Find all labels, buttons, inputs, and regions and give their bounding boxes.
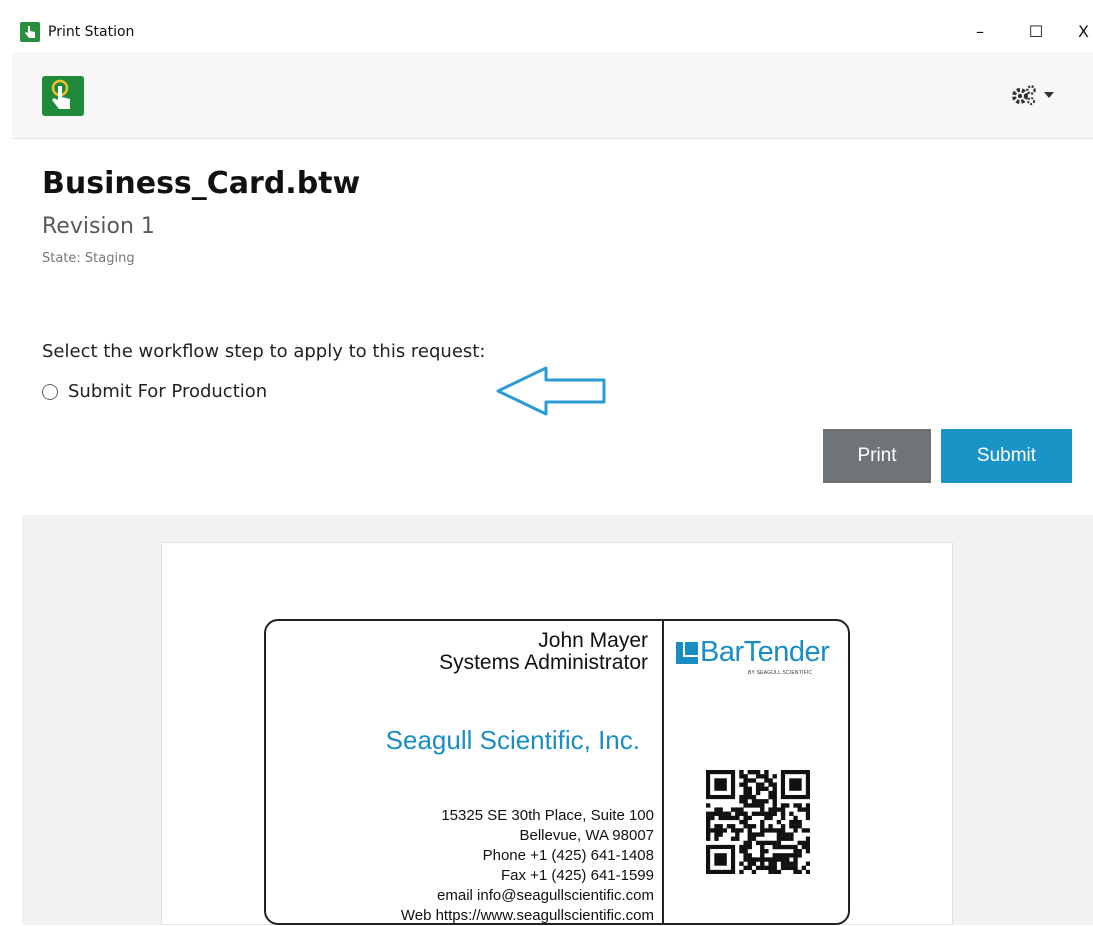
card-name: John Mayer xyxy=(538,629,648,652)
settings-menu[interactable] xyxy=(1010,82,1066,108)
card-fax: Fax +1 (425) 641-1599 xyxy=(500,867,654,884)
card-address: 15325 SE 30th Place, Suite 100 Bellevue,… xyxy=(320,806,654,926)
card-role: Systems Administrator xyxy=(439,651,648,674)
print-button[interactable]: Print xyxy=(823,429,931,483)
left-arrow-icon xyxy=(496,366,606,416)
card-phone: Phone +1 (425) 641-1408 xyxy=(482,847,654,864)
state-label: State: Staging xyxy=(42,251,135,266)
print-station-logo-icon xyxy=(42,76,84,116)
card-web: Web https://www.seagullscientific.com xyxy=(400,907,654,924)
minimize-button[interactable]: – xyxy=(966,18,994,44)
workflow-prompt: Select the workflow step to apply to thi… xyxy=(42,341,486,362)
app-header xyxy=(12,52,1093,139)
revision-label: Revision 1 xyxy=(42,214,155,239)
close-button[interactable]: X xyxy=(1078,18,1093,44)
card-company: Seagull Scientific, Inc. xyxy=(385,725,640,755)
card-divider xyxy=(662,621,664,925)
submit-button[interactable]: Submit xyxy=(941,429,1072,483)
window-title-bar xyxy=(12,14,1093,52)
qr-code-icon xyxy=(706,770,810,874)
bartender-logo-subtext: BY SEAGULL SCIENTIFIC xyxy=(748,670,813,676)
bartender-logo-text: BarTender xyxy=(700,636,830,668)
window-title: Print Station xyxy=(48,24,135,40)
document-title: Business_Card.btw xyxy=(42,166,361,201)
print-station-app-icon xyxy=(20,22,40,42)
submit-for-production-label[interactable]: Submit For Production xyxy=(68,381,267,402)
maximize-button[interactable]: ☐ xyxy=(1022,18,1050,44)
card-address-line: 15325 SE 30th Place, Suite 100 xyxy=(441,807,654,824)
card-address-line: Bellevue, WA 98007 xyxy=(519,827,654,844)
card-email: email info@seagullscientific.com xyxy=(437,887,654,904)
submit-for-production-radio[interactable] xyxy=(42,384,58,400)
bartender-logo-icon xyxy=(676,642,698,664)
caret-down-icon xyxy=(1044,92,1054,98)
gears-icon xyxy=(1012,85,1036,105)
